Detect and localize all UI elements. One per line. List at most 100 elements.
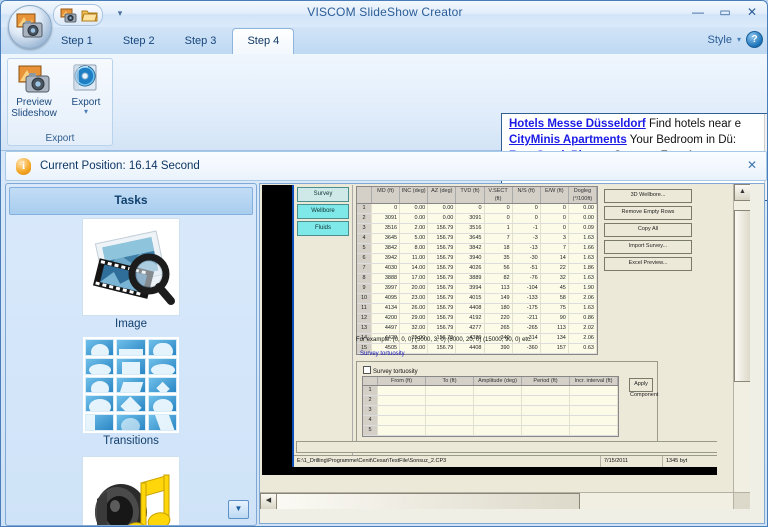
table-row: 3 bbox=[363, 406, 618, 416]
scrollbar-corner bbox=[733, 492, 750, 509]
chevron-down-icon[interactable]: ▾ bbox=[737, 35, 741, 44]
task-label-image: Image bbox=[115, 318, 147, 330]
screenshot-sidebar-tab: Survey bbox=[297, 187, 349, 202]
application-menu-button[interactable] bbox=[8, 5, 52, 49]
style-menu-label[interactable]: Style bbox=[708, 34, 732, 46]
info-bar-close-icon[interactable]: ✕ bbox=[745, 158, 759, 172]
col-md: MD (ft) bbox=[372, 187, 401, 203]
preview-canvas: Survey Wellbore Fluids MD (ft) INC (deg)… bbox=[260, 184, 750, 509]
transition-cell bbox=[85, 414, 115, 431]
table-row: 10 4095 23.00 156.79 4015 149 -133 58 2.06 bbox=[357, 294, 597, 304]
table-row: 12 4200 29.00 156.79 4192 220 -211 90 0.86 bbox=[357, 314, 597, 324]
task-item-music[interactable] bbox=[6, 456, 256, 525]
ad-link-2[interactable]: CityMinis Apartments bbox=[509, 134, 627, 146]
screenshot-table-body: 1 0 0.00 0.00 0 0 0 0 0.00 2 3091 0.00 0.00 3091 0 0 0 0.… bbox=[357, 204, 597, 354]
status-info-bar: i Current Position: 16.14 Second ✕ bbox=[5, 151, 767, 181]
application-window: VISCOM SlideShow Creator ▾ — ▭ ✕ Step 1 … bbox=[0, 0, 768, 527]
screenshot-checkbox-label: Survey tortuosity bbox=[373, 369, 418, 375]
screenshot-status-date: 7/15/2011 bbox=[601, 456, 663, 467]
col-ns: N/S (ft) bbox=[513, 187, 541, 203]
screenshot-table2-body: 12345 bbox=[363, 386, 618, 436]
transition-cell bbox=[116, 357, 146, 375]
info-icon: i bbox=[16, 157, 31, 175]
maximize-button[interactable]: ▭ bbox=[712, 3, 738, 22]
task-item-image[interactable]: Image bbox=[6, 218, 256, 330]
transition-cell bbox=[85, 395, 115, 413]
preview-vertical-scroll-thumb[interactable] bbox=[734, 210, 750, 382]
screenshot-table-header: MD (ft) INC (deg) AZ (deg) TVD (ft) V.SE… bbox=[357, 187, 597, 204]
table-row: 9 3997 20.00 156.79 3994 113 -104 45 1.90 bbox=[357, 284, 597, 294]
col-tvd: TVD (ft) bbox=[456, 187, 485, 203]
close-button[interactable]: ✕ bbox=[739, 3, 765, 22]
screenshot-formula-text: For example: (0, 0, 0) (5000, 3, 0) (600… bbox=[356, 337, 532, 343]
transition-cell bbox=[116, 376, 146, 394]
preview-scroll-up-button[interactable]: ▲ bbox=[734, 184, 750, 201]
table-row: 1 0 0.00 0.00 0 0 0 0 0.00 bbox=[357, 204, 597, 214]
preview-slideshow-button[interactable]: Preview Slideshow bbox=[9, 62, 59, 119]
col2-from: From (ft) bbox=[378, 377, 426, 385]
ad-link-1[interactable]: Hotels Messe Düsseldorf bbox=[509, 118, 646, 130]
preview-slideshow-label-line1: Preview bbox=[16, 97, 52, 108]
quick-access-toolbar bbox=[53, 4, 103, 26]
screenshot-tortuosity-panel: Survey tortuosity From (ft) To (ft) Ampl… bbox=[356, 361, 658, 443]
table-row: 2 3091 0.00 0.00 3091 0 0 0 0.00 bbox=[357, 214, 597, 224]
tab-step-1[interactable]: Step 1 bbox=[47, 29, 107, 54]
task-item-transitions[interactable]: Transitions bbox=[6, 337, 256, 447]
help-icon[interactable]: ? bbox=[746, 31, 763, 48]
table-row: 7 4030 14.00 156.79 4026 56 -51 22 1.86 bbox=[357, 264, 597, 274]
table-row: 8 3888 17.00 156.79 3889 82 -76 32 1.63 bbox=[357, 274, 597, 284]
tab-step-2[interactable]: Step 2 bbox=[109, 29, 169, 54]
slide-preview-area: Survey Wellbore Fluids MD (ft) INC (deg)… bbox=[259, 183, 765, 524]
screenshot-survey-table: MD (ft) INC (deg) AZ (deg) TVD (ft) V.SE… bbox=[356, 186, 598, 355]
table-row: 2 bbox=[363, 396, 618, 406]
tasks-scroll-down-button[interactable]: ▼ bbox=[228, 500, 249, 519]
open-folder-icon[interactable] bbox=[81, 8, 98, 23]
transition-cell bbox=[85, 376, 115, 394]
screenshot-table2-header: From (ft) To (ft) Amplitude (deg) Period… bbox=[363, 377, 618, 386]
screenshot-sidebar-tab: Wellbore bbox=[297, 204, 349, 219]
screenshot-sub-heading: Survey tortuosity bbox=[360, 351, 405, 357]
preview-horizontal-scrollbar[interactable]: ◀ ▶ bbox=[260, 492, 750, 509]
export-chevron-down-icon[interactable]: ▾ bbox=[61, 108, 111, 116]
export-button[interactable]: Export ▾ bbox=[61, 62, 111, 119]
preview-horizontal-scroll-thumb[interactable] bbox=[276, 493, 580, 509]
ribbon-group-export: Preview Slideshow Export ▾ Export bbox=[7, 58, 113, 146]
col2-period: Period (ft) bbox=[522, 377, 570, 385]
screenshot-sidebar: Survey Wellbore Fluids bbox=[294, 185, 353, 455]
table-row: 5 bbox=[363, 426, 618, 436]
transition-cell bbox=[116, 395, 146, 413]
tasks-panel: Tasks Image Transitions ▼ bbox=[5, 183, 257, 526]
quick-access-dropdown-icon[interactable]: ▾ bbox=[113, 6, 127, 21]
preview-slideshow-label-line2: Slideshow bbox=[11, 108, 57, 119]
screenshot-btn-import-survey: Import Survey... bbox=[604, 240, 692, 254]
screenshot-btn-remove-empty-rows: Remove Empty Rows bbox=[604, 206, 692, 220]
task-label-transitions: Transitions bbox=[103, 435, 159, 447]
transition-cell bbox=[85, 339, 115, 356]
ribbon-group-title: Export bbox=[45, 133, 75, 144]
screenshot-btn-copy-all: Copy All bbox=[604, 223, 692, 237]
tab-step-3[interactable]: Step 3 bbox=[171, 29, 231, 54]
minimize-button[interactable]: — bbox=[685, 3, 711, 22]
export-disc-icon bbox=[69, 62, 103, 96]
transitions-grid-icon bbox=[83, 337, 179, 433]
image-thumbnail-icon bbox=[82, 218, 180, 316]
window-controls: — ▭ ✕ bbox=[685, 3, 765, 22]
photo-camera-icon[interactable] bbox=[60, 8, 77, 23]
col2-to: To (ft) bbox=[426, 377, 474, 385]
col-ew: E/W (ft) bbox=[541, 187, 569, 203]
screenshot-btn-excel-preview: Excel Preview... bbox=[604, 257, 692, 271]
table-row: 5 3842 8.00 156.79 3842 18 -13 7 1.66 bbox=[357, 244, 597, 254]
table-row: 4 bbox=[363, 416, 618, 426]
screenshot-tortuosity-table: From (ft) To (ft) Amplitude (deg) Period… bbox=[362, 376, 619, 437]
tab-step-4[interactable]: Step 4 bbox=[232, 28, 295, 55]
transition-cell bbox=[147, 339, 177, 356]
current-position-text: Current Position: 16.14 Second bbox=[40, 160, 200, 172]
preview-vertical-scrollbar[interactable]: ▲ ▼ bbox=[733, 184, 750, 509]
table-row: 3 3516 2.00 156.79 3516 1 -1 0 0.09 bbox=[357, 224, 597, 234]
transition-cell bbox=[147, 357, 177, 375]
preview-scroll-left-button[interactable]: ◀ bbox=[260, 493, 277, 509]
screenshot-status-size: 1345 byt bbox=[663, 456, 717, 467]
tasks-panel-header: Tasks bbox=[9, 187, 253, 215]
ribbon-tab-bar: Step 1 Step 2 Step 3 Step 4 Style ▾ ? bbox=[1, 27, 767, 55]
col-vsect: V.SECT (ft) bbox=[485, 187, 513, 203]
